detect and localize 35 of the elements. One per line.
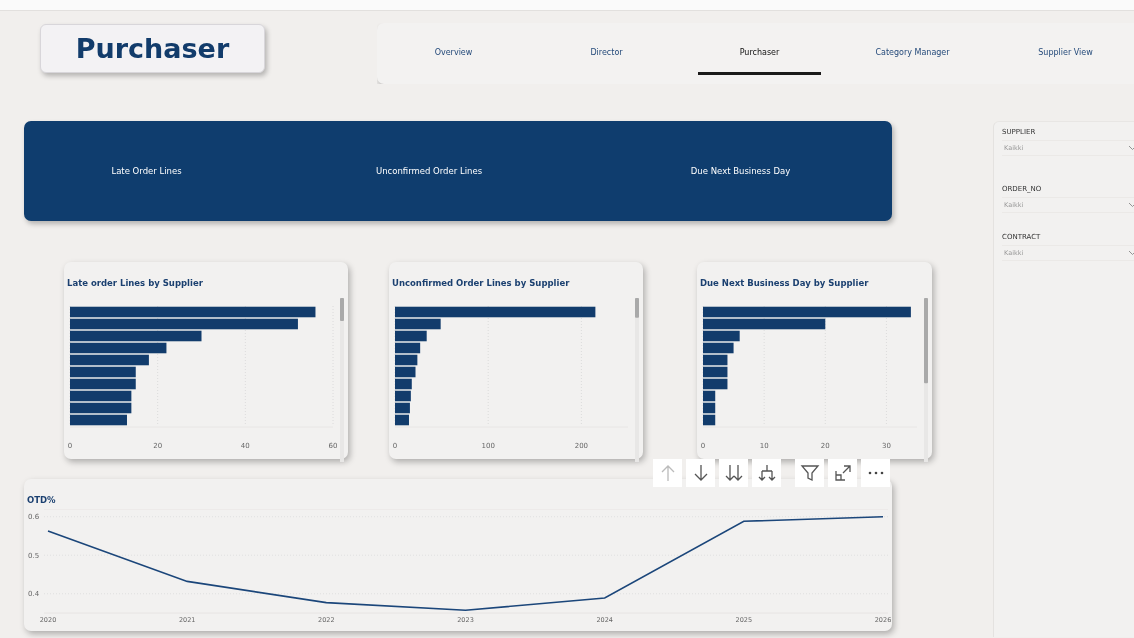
chart-title: Due Next Business Day by Supplier: [700, 278, 869, 288]
scrollbar[interactable]: [924, 298, 928, 462]
bar: [70, 414, 127, 426]
bar: [395, 366, 416, 378]
filter-icon[interactable]: [799, 463, 820, 483]
bar: [703, 342, 734, 354]
bar: [395, 378, 412, 390]
chart-title: OTD%: [27, 495, 56, 505]
report-title: Purchaser: [40, 24, 265, 73]
bar: [703, 354, 728, 366]
focus-mode-icon[interactable]: [832, 463, 853, 483]
bar: [395, 342, 421, 354]
nav-tab[interactable]: Director: [530, 23, 683, 84]
expand-hierarchy-icon[interactable]: [756, 463, 777, 483]
bar: [395, 390, 411, 402]
bar: [70, 366, 136, 378]
bar: [703, 414, 716, 426]
nav-tab[interactable]: Supplier View: [989, 23, 1134, 84]
nav-tab[interactable]: Overview: [377, 23, 530, 84]
bar: [70, 378, 136, 390]
double-arrow-down-icon[interactable]: [723, 463, 744, 483]
bar: [395, 414, 409, 426]
kpi-label: Unconfirmed Order Lines: [375, 166, 483, 176]
kpi-label: Late Order Lines: [111, 166, 182, 176]
bar: [395, 402, 410, 414]
chart-title: Late order Lines by Supplier: [67, 278, 203, 288]
chart-title: Unconfirmed Order Lines by Supplier: [392, 278, 570, 288]
nav-tab[interactable]: Category Manager: [836, 23, 989, 84]
kpi-label: Due Next Business Day: [690, 166, 791, 176]
bar: [395, 354, 418, 366]
bar: [70, 390, 132, 402]
bar: [703, 402, 716, 414]
nav-tab[interactable]: Purchaser: [683, 23, 836, 84]
bar: [703, 366, 728, 378]
bar: [70, 402, 132, 414]
